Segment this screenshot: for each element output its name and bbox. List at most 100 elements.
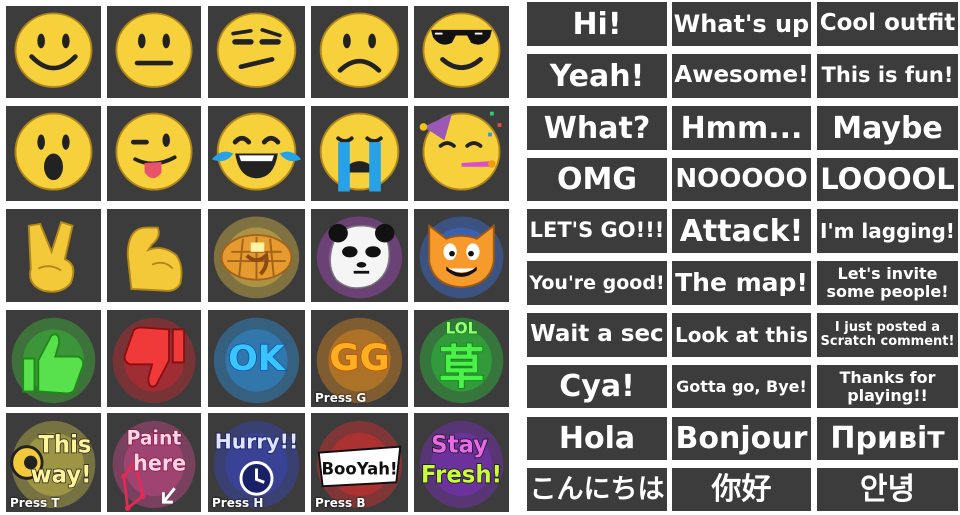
quick-chat-button[interactable]: What?: [527, 106, 667, 150]
quick-chat-button[interactable]: NOOOOO: [672, 158, 811, 201]
quick-chat-button[interactable]: Привіт: [817, 417, 958, 460]
emote-slot[interactable]: [208, 106, 305, 201]
panda-icon: [316, 216, 403, 299]
quick-chat-button[interactable]: LET'S GO!!!: [527, 209, 667, 253]
emote-slot[interactable]: [208, 209, 305, 302]
quick-chat-button[interactable]: Gotta go, Bye!: [672, 365, 811, 408]
quick-chat-button[interactable]: Cool outfit: [817, 2, 958, 46]
quick-chat-label: I'm lagging!: [820, 219, 955, 243]
emote-slot[interactable]: [107, 6, 201, 98]
quick-chat-label: Привіт: [830, 421, 945, 456]
emote-slot[interactable]: [107, 310, 201, 407]
quick-chat-button[interactable]: Hola: [527, 417, 667, 460]
emote-slot[interactable]: [6, 209, 101, 302]
emote-slot[interactable]: [311, 106, 408, 201]
sticker-text: Hurry!!: [215, 429, 298, 453]
quick-chat-label: Hola: [558, 421, 636, 456]
sticker-text: Paint: [127, 426, 182, 450]
skeptical-face-icon: [216, 12, 297, 88]
quick-chat-button[interactable]: I just posted a Scratch comment!: [817, 313, 958, 357]
emote-slot[interactable]: BooYah! Press B: [311, 413, 408, 512]
quick-chat-button[interactable]: What's up: [672, 2, 811, 46]
quick-chat-label: You're good!: [529, 271, 665, 294]
quick-chat-button[interactable]: Cya!: [527, 365, 667, 408]
neutral-face-icon: [115, 12, 193, 88]
sticker-text: Fresh!: [421, 461, 502, 489]
emote-slot[interactable]: [311, 6, 408, 98]
quick-chat-label: What?: [543, 110, 651, 146]
quick-chat-button[interactable]: I'm lagging!: [817, 209, 958, 253]
quick-chat-button[interactable]: 你好: [672, 468, 811, 511]
quick-chat-button[interactable]: 안녕: [817, 468, 958, 511]
emote-slot[interactable]: GG Press G: [311, 310, 408, 407]
sticker-text: OK: [228, 339, 287, 379]
thumbs-up-icon: [11, 317, 96, 404]
quick-chat-label: Bonjour: [675, 421, 808, 456]
quick-chat-button[interactable]: Yeah!: [527, 54, 667, 98]
emote-slot[interactable]: Paint here: [107, 413, 201, 512]
sticker-text: 草: [439, 340, 485, 395]
quick-chat-label: What's up: [673, 9, 810, 38]
quick-chat-button[interactable]: Look at this: [672, 313, 811, 357]
hotkey-hint: Press B: [315, 496, 366, 510]
quick-chat-label: This is fun!: [821, 63, 954, 88]
quick-chat-button[interactable]: こんにちは: [527, 468, 667, 511]
quick-chat-label: Attack!: [679, 213, 804, 249]
quick-chat-button[interactable]: The map!: [672, 261, 811, 305]
emote-slot[interactable]: [414, 106, 509, 201]
quick-chat-label: Gotta go, Bye!: [676, 376, 807, 396]
hotkey-hint: Press T: [10, 496, 60, 510]
emote-slot[interactable]: [208, 6, 305, 98]
quick-chat-label: LET'S GO!!!: [529, 218, 665, 243]
quick-chat-button[interactable]: OMG: [527, 158, 667, 201]
quick-chat-button[interactable]: LOOOOL: [817, 158, 958, 201]
quick-chat-button[interactable]: Awesome!: [672, 54, 811, 98]
sticker-text: BooYah!: [321, 459, 397, 478]
emote-slot[interactable]: [107, 209, 201, 302]
quick-chat-button[interactable]: Hi!: [527, 2, 667, 46]
emote-slot[interactable]: Hurry!! Press H: [208, 413, 305, 512]
laughing-tears-face-icon: [211, 112, 302, 191]
sunglasses-face-icon: [422, 12, 501, 88]
sticker-text: This: [38, 431, 91, 459]
crying-face-icon: [319, 112, 400, 192]
sticker-text: GG: [329, 336, 390, 379]
emote-slot[interactable]: OK: [208, 310, 305, 407]
quick-chat-button[interactable]: Bonjour: [672, 417, 811, 460]
sticker-text: LOL: [446, 319, 478, 337]
paint-here-sticker-icon: Painthere: [112, 420, 196, 512]
quick-chat-label: Yeah!: [549, 58, 645, 94]
sticker-text: way!: [31, 461, 92, 489]
emote-slot[interactable]: [414, 209, 509, 302]
quick-chat-button[interactable]: Maybe: [817, 106, 958, 150]
quick-chat-label: Wait a sec: [530, 321, 664, 348]
thumbs-down-icon: [112, 317, 196, 404]
quick-chat-button[interactable]: Hmm...: [672, 106, 811, 150]
quick-chat-button[interactable]: Thanks for playing!!: [817, 365, 958, 408]
quick-chat-label: Hi!: [572, 6, 622, 42]
quick-chat-button[interactable]: Attack!: [672, 209, 811, 253]
emote-slot[interactable]: [107, 106, 201, 201]
quick-chat-label: Thanks for playing!!: [839, 367, 936, 405]
quick-chat-label: OMG: [557, 162, 637, 197]
emote-slot[interactable]: This way! Press T: [6, 413, 101, 512]
emote-slot[interactable]: [6, 106, 101, 201]
quick-chat-button[interactable]: You're good!: [527, 261, 667, 305]
quick-chat-label: 안녕: [859, 472, 916, 507]
quick-chat-label: NOOOOO: [675, 164, 808, 195]
emote-slot[interactable]: [311, 209, 408, 302]
quick-chat-label: Hmm...: [680, 110, 803, 146]
emote-slot[interactable]: LOL 草: [414, 310, 509, 407]
emoji-panel: OK GG Press G LOL 草 This way! Press T Paint here H…: [0, 0, 514, 515]
quick-chat-label: こんにちは: [529, 473, 665, 505]
quick-chat-label: The map!: [675, 268, 808, 298]
emote-slot[interactable]: Stay Fresh!: [414, 413, 509, 512]
emote-slot[interactable]: [414, 6, 509, 98]
quick-chat-button[interactable]: This is fun!: [817, 54, 958, 98]
quick-chat-button[interactable]: Let's invite some people!: [817, 261, 958, 305]
quick-chat-label: LOOOOL: [820, 161, 955, 196]
quick-chat-label: 你好: [711, 472, 772, 507]
emote-slot[interactable]: [6, 310, 101, 407]
emote-slot[interactable]: [6, 6, 101, 98]
quick-chat-button[interactable]: Wait a sec: [527, 313, 667, 357]
